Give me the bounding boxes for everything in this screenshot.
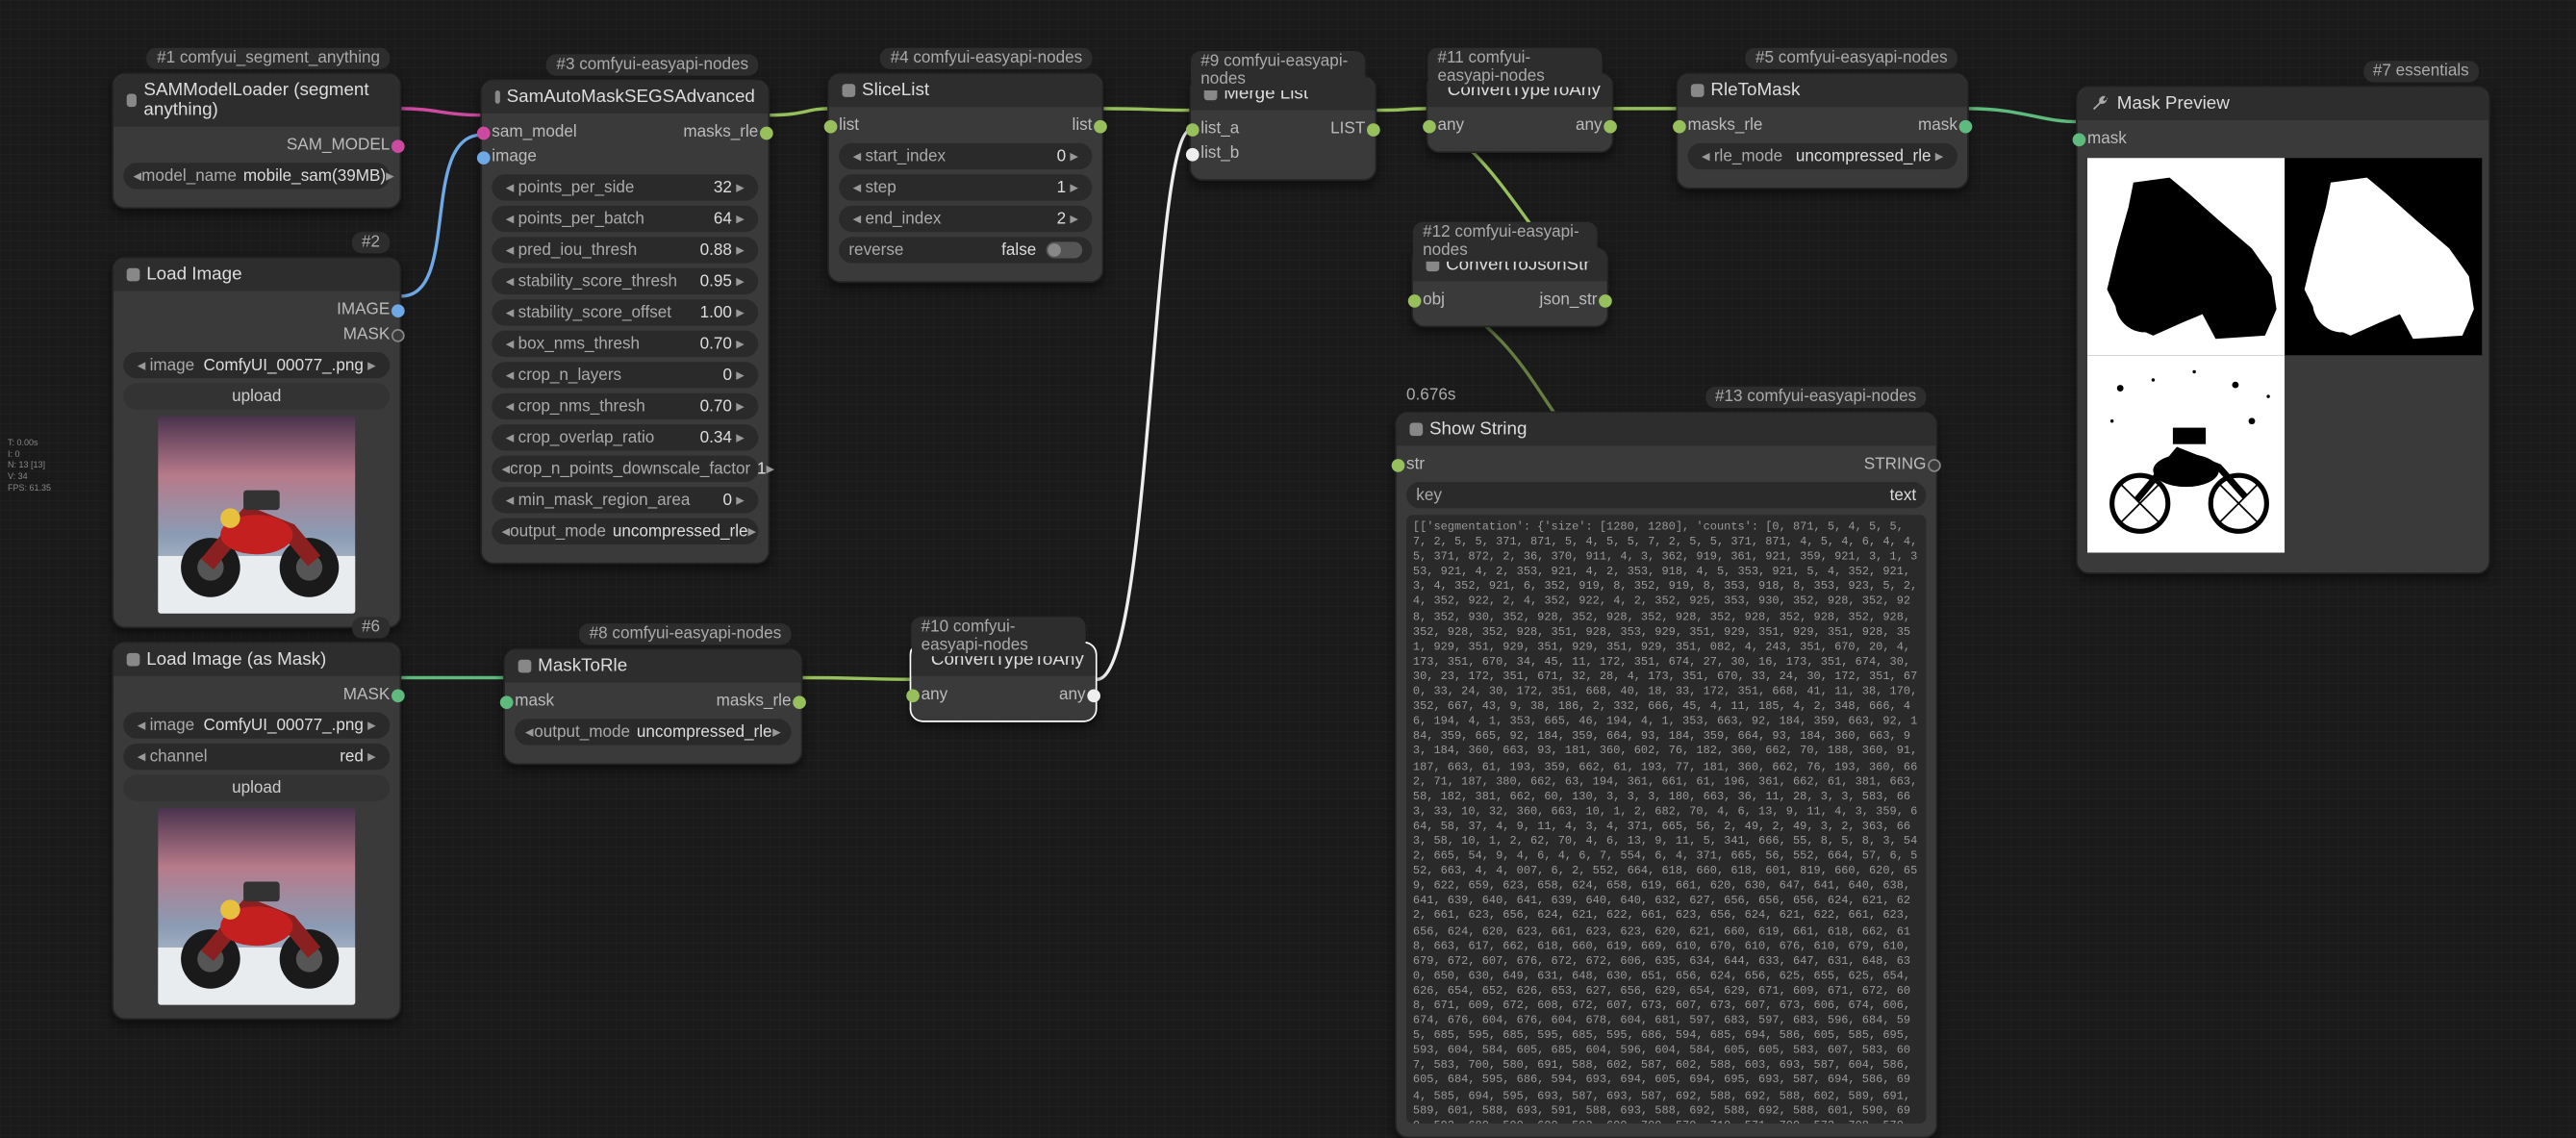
node-sam-automask[interactable]: #3 comfyui-easyapi-nodes SamAutoMaskSEGS… [480,79,770,564]
arrow-right-icon: ▸ [386,167,394,186]
arrow-left-icon: ◂ [134,167,142,186]
widget-crop_n_points_downscale_factor[interactable]: ◂crop_n_points_downscale_factor1▸ [492,456,758,482]
widget-min_mask_region_area[interactable]: ◂min_mask_region_area0▸ [492,487,758,513]
widget-box_nms_thresh[interactable]: ◂box_nms_thresh0.70▸ [492,331,758,357]
widget-step[interactable]: ◂step1▸ [839,174,1092,200]
widget-stability_score_thresh[interactable]: ◂stability_score_thresh0.95▸ [492,268,758,294]
node-badge: #2 [352,232,391,253]
stats-overlay: T: 0.00s I: 0 N: 13 [13] V: 34 FPS: 61.3… [8,438,51,493]
upload-button[interactable]: upload [123,383,390,409]
node-badge: #1 comfyui_segment_anything [147,48,390,69]
node-rle-to-mask[interactable]: #5 comfyui-easyapi-nodes RleToMask masks… [1676,72,1968,189]
widget-reverse[interactable]: reversefalse [839,237,1092,263]
image-preview [158,808,355,1005]
node-load-image[interactable]: #2 Load Image IMAGE MASK ◂imageComfyUI_0… [112,257,401,628]
node-load-image-as-mask[interactable]: #6 Load Image (as Mask) MASK ◂imageComfy… [112,642,401,1020]
widget-points_per_batch[interactable]: ◂points_per_batch64▸ [492,206,758,232]
node-convert-type-11[interactable]: #11 comfyui-easyapi-nodes ConvertTypeToA… [1427,72,1614,153]
widget-rle-mode[interactable]: ◂rle_modeuncompressed_rle▸ [1687,143,1957,169]
wrench-icon [2090,93,2110,114]
widget-key[interactable]: keytext [1406,482,1926,508]
node-convert-type-10[interactable]: #10 comfyui-easyapi-nodes ConvertTypeToA… [910,642,1098,722]
widget-start_index[interactable]: ◂start_index0▸ [839,143,1092,169]
node-sam-model-loader[interactable]: #1 comfyui_segment_anything SAMModelLoad… [112,72,401,209]
widget-end_index[interactable]: ◂end_index2▸ [839,206,1092,232]
node-show-string[interactable]: 0.676s #13 comfyui-easyapi-nodes Show St… [1395,412,1937,1138]
node-title[interactable]: SAMModelLoader (segment anything) [114,74,400,127]
node-mask-preview[interactable]: #7 essentials Mask Preview mask [2076,86,2490,574]
image-preview [158,417,355,614]
widget-output-mode[interactable]: ◂output_modeuncompressed_rle▸ [515,719,791,745]
node-title[interactable]: Load Image [114,258,400,291]
widget-image[interactable]: ◂imageComfyUI_00077_.png▸ [123,352,390,378]
node-mask-to-rle[interactable]: #8 comfyui-easyapi-nodes MaskToRle maskm… [503,648,802,765]
mask-preview-grid [2087,158,2482,552]
node-slice-list[interactable]: #4 comfyui-easyapi-nodes SliceList listl… [827,72,1103,283]
widget-crop_overlap_ratio[interactable]: ◂crop_overlap_ratio0.34▸ [492,424,758,450]
widget-output_mode[interactable]: ◂output_modeuncompressed_rle▸ [492,518,758,544]
widget-stability_score_offset[interactable]: ◂stability_score_offset1.00▸ [492,299,758,325]
widget-image[interactable]: ◂imageComfyUI_00077_.png▸ [123,712,390,738]
widget-channel[interactable]: ◂channelred▸ [123,744,390,770]
widget-crop_n_layers[interactable]: ◂crop_n_layers0▸ [492,362,758,388]
widget-pred_iou_thresh[interactable]: ◂pred_iou_thresh0.88▸ [492,237,758,263]
node-convert-json-str[interactable]: 0.001s #12 comfyui-easyapi-nodes Convert… [1411,247,1608,328]
string-output[interactable]: [['segmentation': {'size': [1280, 1280],… [1406,515,1926,1124]
widget-crop_nms_thresh[interactable]: ◂crop_nms_thresh0.70▸ [492,393,758,419]
node-merge-list[interactable]: #9 comfyui-easyapi-nodes Merge List list… [1189,76,1376,181]
upload-button[interactable]: upload [123,774,390,800]
widget-points_per_side[interactable]: ◂points_per_side32▸ [492,174,758,200]
widget-model-name[interactable]: ◂model_namemobile_sam(39MB)▸ [123,163,390,189]
